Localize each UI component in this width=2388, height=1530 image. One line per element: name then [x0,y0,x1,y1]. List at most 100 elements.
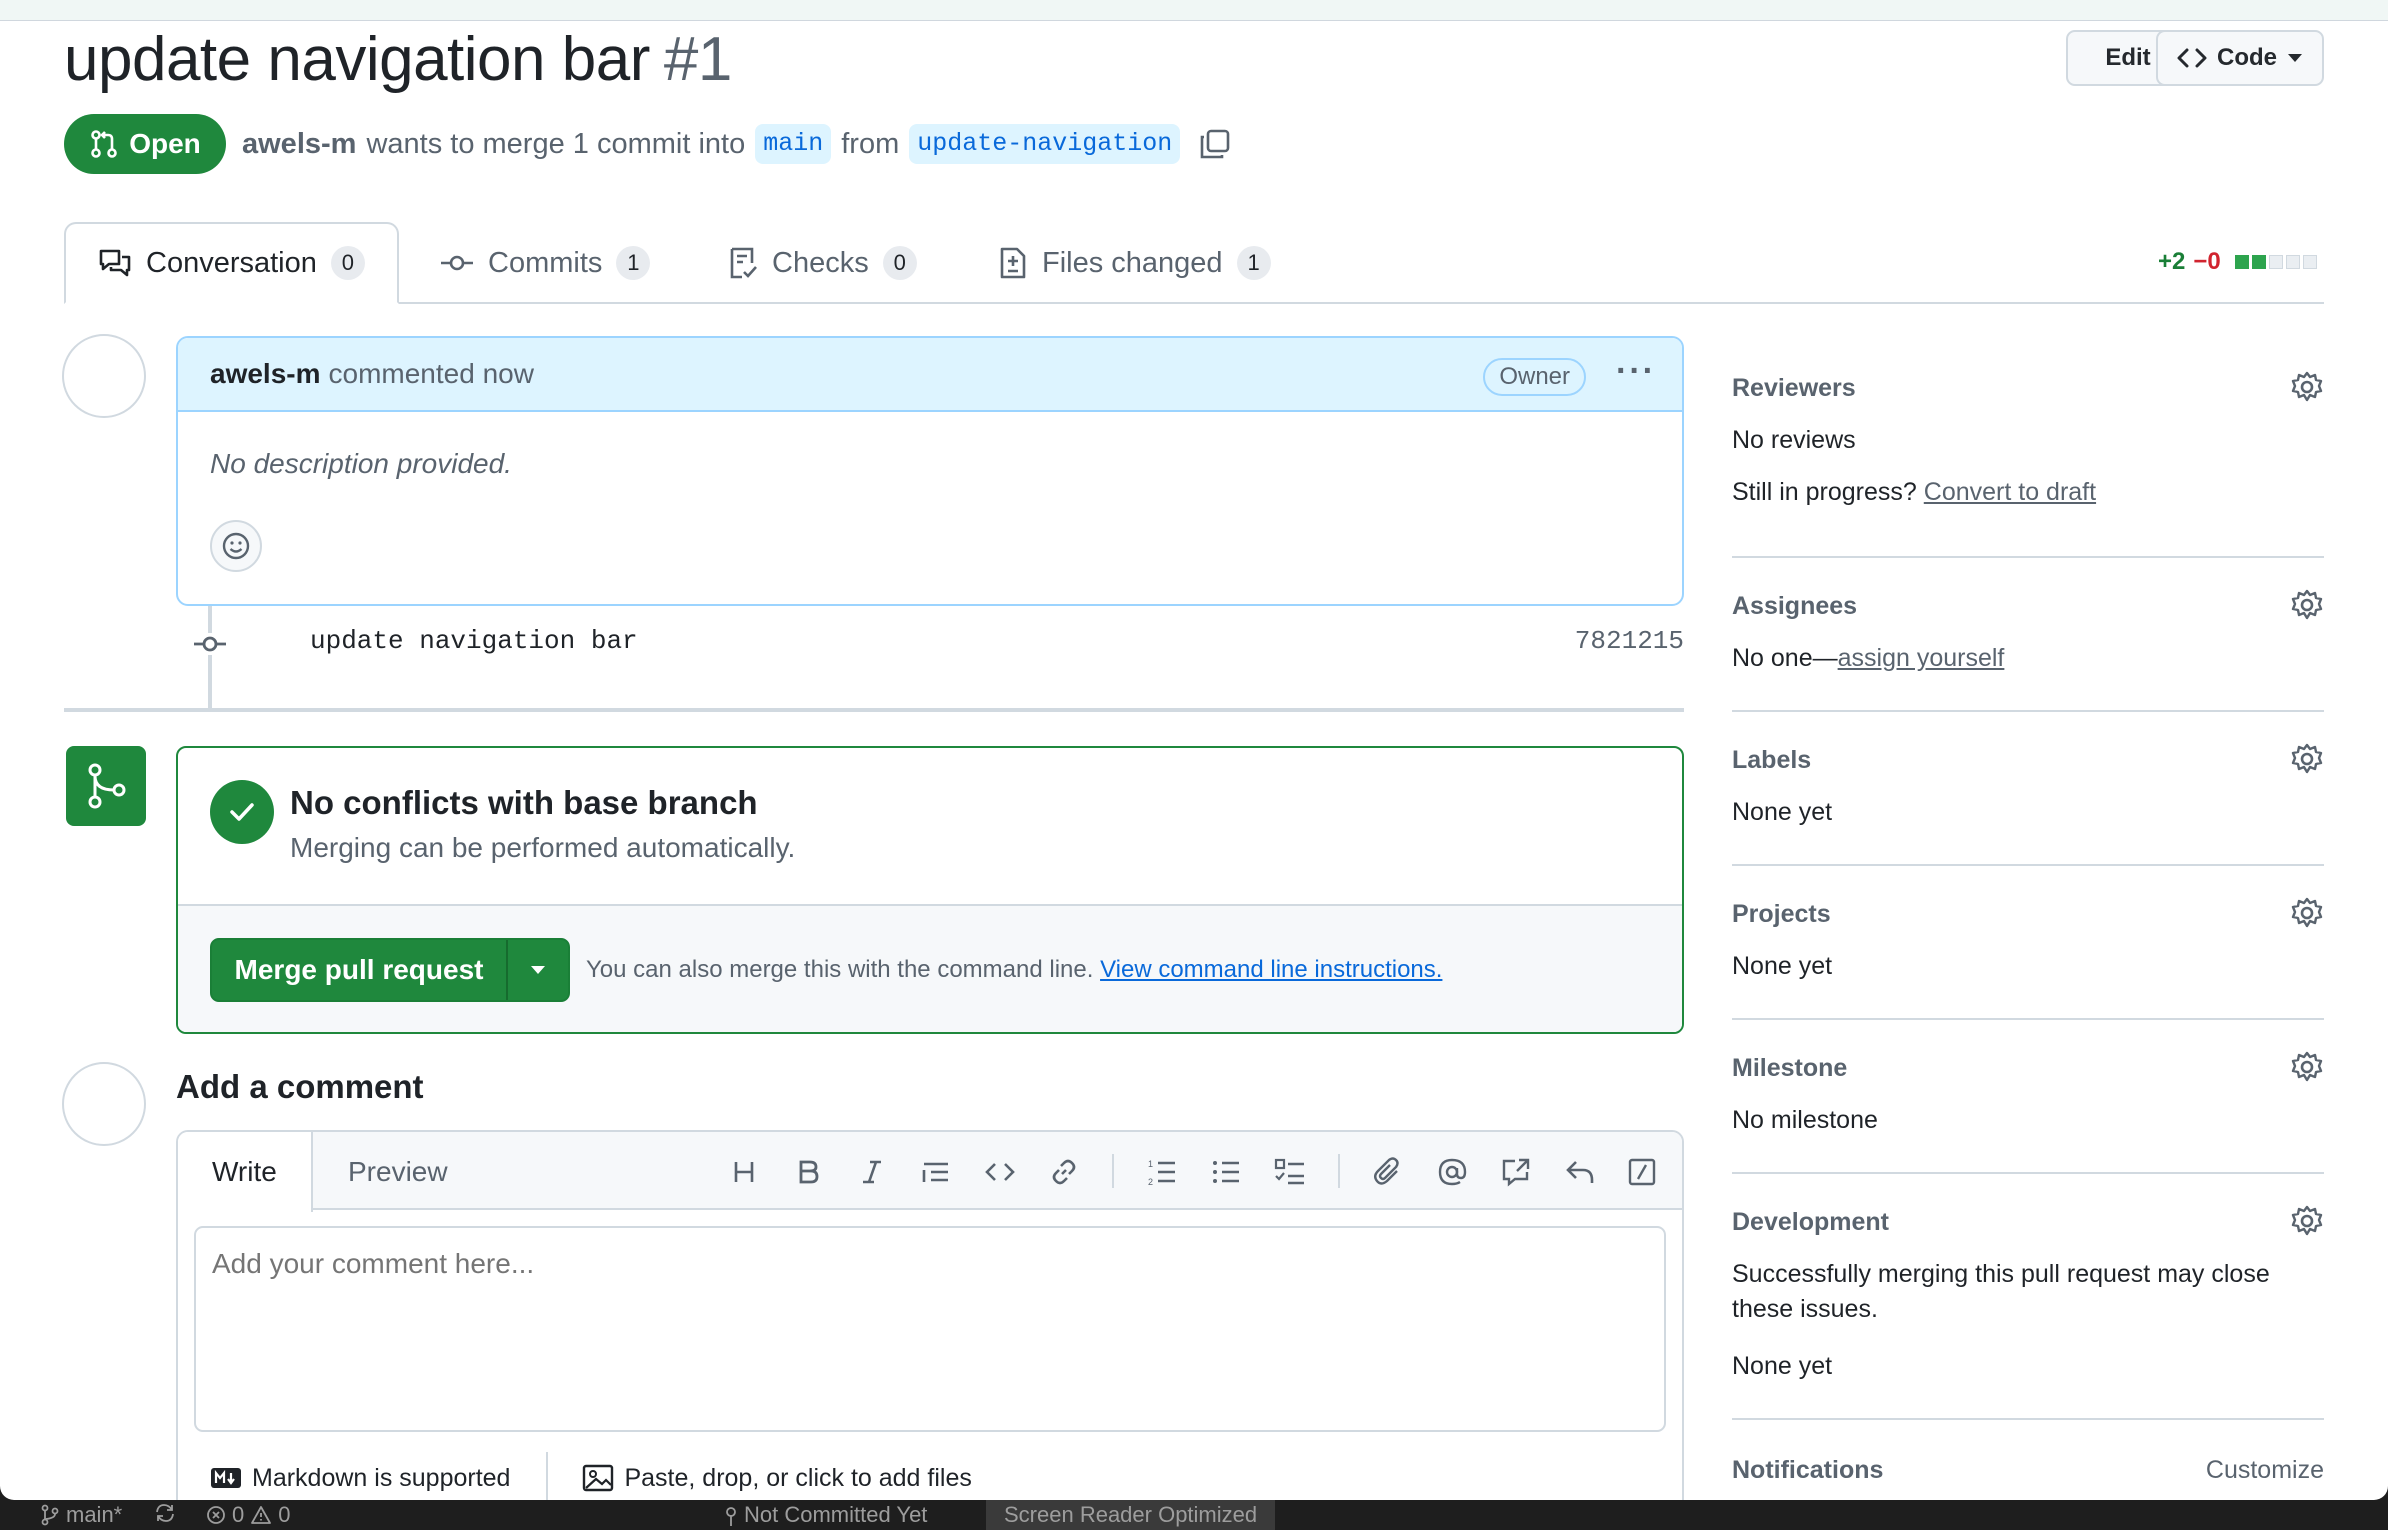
comment-timestamp[interactable]: commented now [329,358,534,390]
add-reaction-button[interactable] [210,520,262,572]
editor-footer: Markdown is supported Paste, drop, or cl… [178,1448,1682,1500]
development-value: None yet [1732,1352,1833,1380]
sidebar-labels: Labels None yet [1732,712,2324,866]
tab-files-changed[interactable]: Files changed 1 [966,222,1303,304]
numbered-list-icon[interactable]: 12 [1142,1152,1182,1192]
draft-prompt: Still in progress? Convert to draft [1732,478,2097,506]
bold-icon[interactable] [788,1152,828,1192]
file-upload-button[interactable]: Paste, drop, or click to add files [582,1464,972,1493]
gear-icon[interactable] [2290,1204,2324,1238]
tab-conversation[interactable]: Conversation 0 [64,222,399,304]
mention-icon[interactable] [1432,1152,1472,1192]
commit-icon [194,633,226,655]
image-icon [583,1464,614,1492]
problems-indicator[interactable]: 0 0 [206,1502,291,1528]
comment-textarea[interactable] [194,1226,1666,1432]
gear-icon[interactable] [2290,370,2324,404]
gear-icon[interactable] [2290,896,2324,930]
gear-icon[interactable] [2290,588,2324,622]
conversation-icon [99,249,131,277]
svg-text:2: 2 [1148,1177,1153,1186]
command-line-instructions-link[interactable]: View command line instructions. [1100,956,1442,983]
labels-heading: Labels [1732,746,1812,774]
diffstat-blocks [2234,255,2317,269]
warning-icon [251,1506,272,1524]
assign-yourself-link[interactable]: assign yourself [1838,644,2005,672]
reviewers-value: No reviews [1732,426,1856,454]
diffstat-block [2285,255,2300,269]
italic-icon[interactable] [852,1152,892,1192]
preview-tab[interactable]: Preview [314,1132,482,1212]
current-user-avatar[interactable] [62,1062,146,1146]
development-heading: Development [1732,1208,1889,1236]
write-tab[interactable]: Write [178,1132,313,1212]
development-line1: Successfully merging this pull request m… [1732,1260,2270,1288]
add-comment-heading: Add a comment [176,1068,424,1105]
slash-commands-icon[interactable] [1622,1152,1662,1192]
pr-number: #1 [663,25,732,94]
base-branch[interactable]: main [755,124,832,164]
attach-icon[interactable] [1368,1152,1408,1192]
reviewers-heading: Reviewers [1732,374,1856,402]
quote-icon[interactable] [916,1152,956,1192]
git-blame-indicator[interactable]: Not Committed Yet [724,1502,927,1528]
merge-note: You can also merge this with the command… [586,956,1443,983]
sync-icon[interactable] [154,1502,176,1524]
commit-message-link[interactable]: update navigation bar [310,626,638,656]
tab-commits[interactable]: Commits 1 [408,222,682,304]
assignees-heading: Assignees [1732,592,1858,620]
branch-indicator[interactable]: main* [40,1502,122,1528]
milestone-value: No milestone [1732,1106,1878,1134]
labels-value: None yet [1732,798,1833,826]
saved-replies-icon[interactable] [1560,1152,1600,1192]
diffstat-block [2268,255,2283,269]
projects-value: None yet [1732,952,1833,980]
notifications-heading: Notifications [1732,1456,1884,1484]
milestone-heading: Milestone [1732,1054,1848,1082]
sidebar-projects: Projects None yet [1732,866,2324,1020]
merge-pull-request-button[interactable]: Merge pull request [212,940,508,1000]
markdown-supported-link[interactable]: Markdown is supported [210,1464,510,1493]
code-icon[interactable] [980,1152,1020,1192]
checklist-icon [730,247,757,279]
head-branch[interactable]: update-navigation [909,124,1181,164]
customize-notifications-button[interactable]: Customize [2206,1456,2324,1485]
bullet-list-icon[interactable] [1206,1152,1246,1192]
pr-author-link[interactable]: awels-m [242,122,356,166]
sidebar-reviewers: Reviewers No reviews Still in progress? … [1732,360,2324,558]
merge-button-group: Merge pull request [210,938,570,1002]
smiley-icon [222,532,250,560]
sidebar-notifications: Notifications Customize [1732,1420,2324,1500]
pr-state-badge: Open [64,114,226,174]
development-line2: these issues. [1732,1295,1878,1323]
screen-reader-indicator[interactable]: Screen Reader Optimized [986,1500,1276,1530]
heading-icon[interactable] [724,1152,764,1192]
convert-to-draft-link[interactable]: Convert to draft [1924,478,2096,506]
diffstat-block [2302,255,2317,269]
editor-tabs: Write Preview 12 [178,1132,1682,1212]
gear-icon[interactable] [2290,742,2324,776]
merge-box: No conflicts with base branch Merging ca… [176,746,1684,1034]
commit-sha-link[interactable]: 7821215 [1575,626,1684,656]
tab-checks[interactable]: Checks 0 [696,222,949,304]
git-merge-icon [88,763,126,809]
code-button[interactable]: Code [2156,30,2324,86]
diffstat-block [2234,255,2249,269]
more-options-icon[interactable]: ··· [1616,352,1656,391]
cross-reference-icon[interactable] [1496,1152,1536,1192]
markdown-icon [211,1468,241,1488]
copy-icon[interactable] [1198,127,1232,161]
chevron-down-icon [2288,54,2302,62]
triangle-down-icon [531,966,545,974]
gear-icon[interactable] [2290,1050,2324,1084]
git-branch-icon [41,1504,59,1526]
comment-author[interactable]: awels-m [210,358,321,390]
task-list-icon[interactable] [1270,1152,1310,1192]
commit-icon [726,1507,736,1526]
link-icon[interactable] [1044,1152,1084,1192]
sidebar-milestone: Milestone No milestone [1732,1020,2324,1174]
merge-method-dropdown[interactable] [508,940,568,1000]
comment-editor: Write Preview 12 Markdown is supported [176,1130,1684,1500]
diffstat-block [2251,255,2266,269]
comment-author-avatar[interactable] [62,334,146,418]
